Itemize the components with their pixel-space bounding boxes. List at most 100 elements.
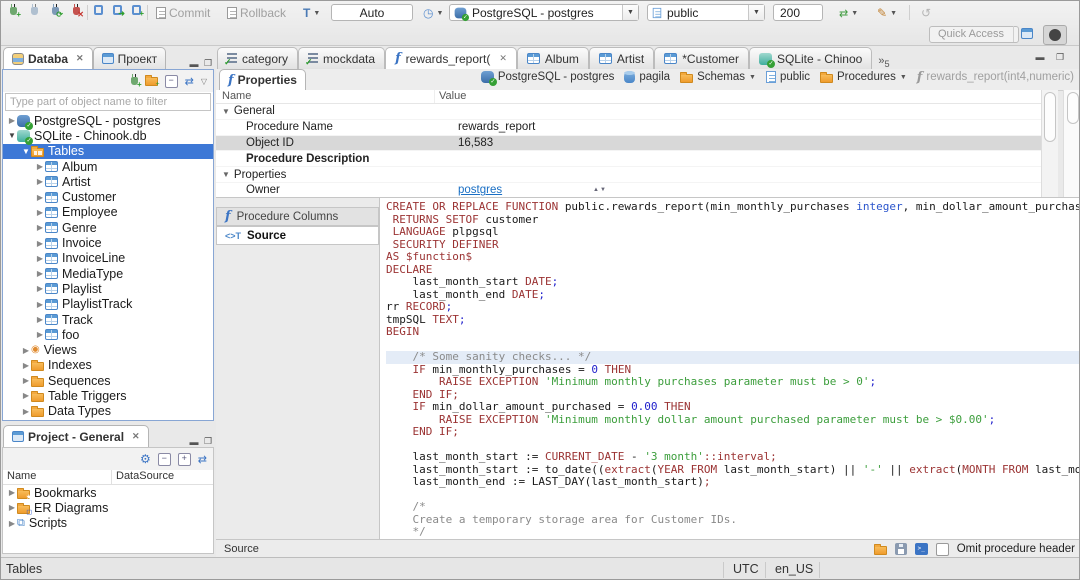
disconnect-icon[interactable]: ✕	[73, 4, 84, 19]
omit-header-checkbox[interactable]	[935, 542, 949, 556]
property-row-object-id[interactable]: Object ID 16,583	[216, 135, 1041, 152]
tree-item-sqlite-chinook-db[interactable]: ▼ SQLite - Chinook.db	[3, 128, 213, 145]
reconnect-icon[interactable]: ⟳	[52, 4, 63, 19]
tree-item-invoiceline[interactable]: ▶ InvoiceLine	[3, 251, 213, 266]
project-item-scripts[interactable]: ▶ ⧉ Scripts	[3, 516, 213, 531]
tree-item-playlist[interactable]: ▶ Playlist	[3, 281, 213, 296]
expand-arrow-icon[interactable]: ▶	[35, 177, 45, 186]
editor-tab-mockdata[interactable]: mockdata	[298, 47, 386, 69]
subtab-source[interactable]: <>T Source	[216, 226, 379, 245]
status-timezone[interactable]: UTC	[733, 562, 759, 576]
save-icon[interactable]	[894, 543, 907, 555]
expand-arrow-icon[interactable]: ▶	[7, 519, 17, 528]
expand-arrow-icon[interactable]: ▶	[35, 223, 45, 232]
collapse-arrow-icon[interactable]: ▼	[222, 107, 230, 116]
code-line[interactable]: last_month_end := LAST_DAY(last_month_st…	[386, 475, 1079, 489]
expand-arrow-icon[interactable]: ▶	[35, 284, 45, 293]
chevron-down-icon[interactable]: ▼	[749, 74, 756, 81]
code-line[interactable]: */	[386, 525, 1079, 539]
project-item-er-diagrams[interactable]: ▶ ◻ ER Diagrams	[3, 500, 213, 516]
code-line[interactable]: SECURITY DEFINER	[386, 238, 1079, 252]
collapse-arrow-icon[interactable]: ▼	[7, 131, 17, 140]
tree-item-views[interactable]: ▶ ◉ Views	[3, 342, 213, 357]
expand-arrow-icon[interactable]: ▶	[35, 269, 45, 278]
expand-arrow-icon[interactable]: ▶	[35, 315, 45, 324]
breadcrumb-item-rewards-report-int4-numeric-[interactable]: f rewards_report(int4,numeric)	[912, 71, 1079, 84]
maximize-view-icon[interactable]: ❐	[201, 58, 215, 69]
expand-all-icon[interactable]: +	[177, 452, 191, 466]
property-row-properties[interactable]: ▼ Properties	[216, 167, 1041, 183]
console-icon[interactable]: >_	[914, 543, 928, 555]
open-file-icon[interactable]	[873, 543, 887, 555]
tab-database-navigator[interactable]: Databa ✕	[3, 47, 93, 69]
expand-arrow-icon[interactable]: ▶	[35, 193, 45, 202]
transaction-mode-combo[interactable]: Auto	[331, 4, 413, 21]
new-sql-editor-icon[interactable]: ➜	[113, 5, 125, 18]
expand-arrow-icon[interactable]: ▶	[7, 488, 17, 497]
dbeaver-perspective-button[interactable]	[1043, 25, 1067, 45]
subtab-procedure-columns[interactable]: f Procedure Columns	[216, 207, 379, 226]
expand-arrow-icon[interactable]: ▶	[21, 391, 31, 400]
connect-icon[interactable]	[31, 4, 38, 15]
property-row-procedure-description[interactable]: Procedure Description	[216, 151, 1041, 168]
expand-arrow-icon[interactable]: ▶	[35, 239, 45, 248]
active-schema-combo[interactable]: public ▼	[647, 4, 765, 21]
column-datasource[interactable]: DataSource	[112, 470, 174, 484]
editor-tab-artist[interactable]: Artist	[588, 47, 655, 69]
scrollbar-thumb[interactable]	[1067, 92, 1079, 124]
minimize-view-icon[interactable]: ▬	[187, 59, 201, 69]
link-with-editor-icon[interactable]: ⇄	[185, 75, 194, 88]
expand-arrow-icon[interactable]: ▶	[7, 116, 17, 125]
column-name[interactable]: Name	[3, 470, 112, 484]
editor-tab-album[interactable]: Album	[516, 47, 589, 69]
open-perspective-icon[interactable]	[1021, 28, 1033, 39]
expand-arrow-icon[interactable]: ▶	[35, 208, 45, 217]
collapse-arrow-icon[interactable]: ▼	[222, 170, 230, 179]
tree-item-sequences[interactable]: ▶ Sequences	[3, 373, 213, 388]
minimize-editor-icon[interactable]: ▬	[1033, 52, 1047, 62]
tab-project-general[interactable]: Project - General ✕	[3, 425, 149, 447]
breadcrumb-item-procedures[interactable]: Procedures ▼	[815, 71, 912, 83]
fetch-size-input[interactable]: 200	[773, 4, 823, 21]
code-line[interactable]: RAISE EXCEPTION 'Minimum monthly purchas…	[386, 375, 1079, 389]
new-folder-icon[interactable]: +	[144, 75, 160, 88]
tree-item-customer[interactable]: ▶ Customer	[3, 189, 213, 204]
tab-overflow-indicator[interactable]: »5	[878, 55, 889, 69]
source-editor[interactable]: CREATE OR REPLACE FUNCTION public.reward…	[379, 197, 1079, 540]
quick-access-input[interactable]: Quick Access	[929, 26, 1019, 43]
expand-arrow-icon[interactable]: ▶	[21, 407, 31, 416]
tree-item-postgresql-postgres[interactable]: ▶ PostgreSQL - postgres	[3, 113, 213, 130]
code-line[interactable]: last_month_end DATE;	[386, 288, 1079, 302]
breadcrumb-item-schemas[interactable]: Schemas ▼	[675, 71, 761, 83]
code-line[interactable]: tmpSQL TEXT;	[386, 313, 1079, 327]
breadcrumb-item-public[interactable]: public	[761, 71, 815, 83]
tree-item-track[interactable]: ▶ Track	[3, 312, 213, 327]
expand-arrow-icon[interactable]: ▶	[7, 503, 17, 512]
tree-item-tables[interactable]: ▼ Tables	[3, 143, 213, 159]
new-connection-icon[interactable]: +	[10, 4, 21, 19]
property-value[interactable]: postgres	[458, 184, 1041, 196]
breadcrumb-item-postgresql-postgres[interactable]: PostgreSQL - postgres	[476, 71, 620, 86]
expand-arrow-icon[interactable]: ▶	[35, 330, 45, 339]
editor-tab--customer[interactable]: *Customer	[654, 47, 749, 69]
breadcrumb-item-pagila[interactable]: pagila	[619, 71, 675, 83]
code-line[interactable]	[386, 489, 1079, 502]
tree-item-artist[interactable]: ▶ Artist	[3, 174, 213, 189]
tab-properties[interactable]: f Properties	[219, 69, 306, 90]
active-connection-combo[interactable]: PostgreSQL - postgres ▼	[449, 4, 639, 21]
expand-arrow-icon[interactable]: ▶	[35, 162, 45, 171]
tree-item-data-types[interactable]: ▶ Data Types	[3, 404, 213, 419]
collapse-all-icon[interactable]: −	[164, 74, 178, 88]
code-line[interactable]: END IF;	[386, 425, 1079, 439]
tree-item-invoice[interactable]: ▶ Invoice	[3, 235, 213, 250]
project-item-bookmarks[interactable]: ▶ ★ Bookmarks	[3, 485, 213, 501]
scrollbar-thumb[interactable]	[1044, 92, 1056, 142]
refresh-button[interactable]: ⇄ ▼	[837, 4, 860, 22]
collapse-arrow-icon[interactable]: ▼	[21, 147, 31, 156]
expand-arrow-icon[interactable]: ▶	[35, 300, 45, 309]
tree-item-table-triggers[interactable]: ▶ Table Triggers	[3, 388, 213, 403]
tree-item-indexes[interactable]: ▶ Indexes	[3, 358, 213, 373]
tree-item-employee[interactable]: ▶ Employee	[3, 205, 213, 220]
close-icon[interactable]: ✕	[132, 431, 140, 442]
property-row-general[interactable]: ▼ General	[216, 104, 1041, 120]
